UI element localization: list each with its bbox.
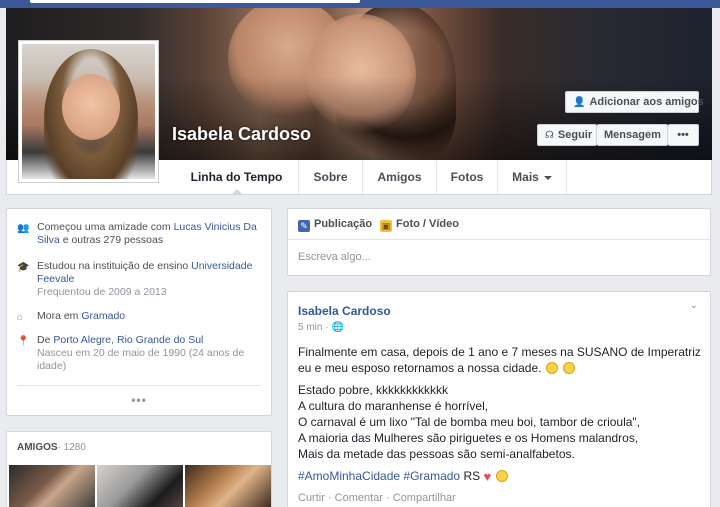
post-text-line: Finalmente em casa, depois de 1 ano e 7 … — [298, 345, 701, 375]
post-text-line: A maioria das Mulheres são piriguetes e … — [298, 431, 639, 445]
message-button[interactable]: Mensagem — [597, 124, 668, 146]
hashtag-link[interactable]: #AmoMinhaCidade — [298, 469, 400, 483]
post-options-chevron-icon[interactable]: ⌄ — [690, 300, 698, 311]
post-author[interactable]: Isabela Cardoso — [298, 304, 391, 318]
intro-card: 👥 Começou uma amizade com Lucas Vinicius… — [6, 208, 272, 416]
comment-link[interactable]: Comentar — [335, 492, 383, 504]
smiley-emoji-icon — [495, 470, 508, 482]
tab-friends[interactable]: Amigos — [363, 160, 437, 194]
message-label: Mensagem — [604, 129, 661, 141]
composer-publication-tab[interactable]: ✎ Publicação — [298, 218, 372, 232]
education-period: Frequentou de 2009 a 2013 — [37, 286, 167, 298]
intro-friendship: 👥 Começou uma amizade com Lucas Vinicius… — [17, 221, 257, 246]
hometown-link[interactable]: Porto Alegre, Rio Grande do Sul — [53, 334, 203, 346]
pencil-icon: ✎ — [298, 220, 310, 232]
city-link[interactable]: Gramado — [81, 310, 125, 322]
tab-timeline[interactable]: Linha do Tempo — [175, 160, 299, 195]
more-options-button[interactable]: ••• — [668, 124, 699, 146]
composer-photo-video-tab[interactable]: ▣ Foto / Vídeo — [380, 218, 459, 232]
more-dots-icon: ••• — [677, 129, 689, 141]
tab-more[interactable]: Mais — [498, 160, 567, 194]
birth-info: Nasceu em 20 de maio de 1990 (24 anos de… — [37, 347, 245, 372]
post-text-line: O carnaval é um lixo "Tal de bomba meu b… — [298, 415, 641, 429]
friends-count: · 1280 — [57, 442, 86, 453]
intro-divider — [17, 385, 261, 386]
timeline-post: Isabela Cardoso 5 min · 🌐 ⌄ Finalmente em… — [287, 291, 711, 507]
smiley-emoji-icon — [563, 362, 576, 374]
tab-more-label: Mais — [512, 170, 539, 184]
post-meta: 5 min · 🌐 — [298, 322, 344, 333]
friends-card: AMIGOS· 1280 — [6, 431, 272, 507]
profile-name[interactable]: Isabela Cardoso — [172, 124, 311, 145]
post-composer: ✎ Publicação ▣ Foto / Vídeo Escreva algo..… — [287, 208, 711, 276]
top-navigation-bar — [0, 0, 720, 8]
photo-icon: ▣ — [380, 220, 392, 232]
rss-follow-icon: ☊ — [545, 130, 554, 141]
tab-about[interactable]: Sobre — [299, 160, 363, 194]
share-link[interactable]: Compartilhar — [393, 492, 456, 504]
hashtag-link[interactable]: #Gramado — [403, 469, 460, 483]
search-bar[interactable] — [30, 0, 360, 3]
intro-education: 🎓 Estudou na instituição de ensino Unive… — [17, 260, 263, 299]
chevron-down-icon — [543, 175, 552, 180]
home-icon: ⌂ — [17, 312, 24, 323]
post-body: Finalmente em casa, depois de 1 ano e 7 … — [298, 345, 701, 484]
heart-emoji-icon: ♥ — [483, 469, 492, 484]
friends-header[interactable]: AMIGOS· 1280 — [17, 442, 86, 453]
add-friend-label: Adicionar aos amigos — [589, 96, 704, 108]
post-text-line: Estado pobre, kkkkkkkkkkkk — [298, 383, 449, 397]
profile-picture[interactable] — [18, 40, 159, 183]
post-timestamp[interactable]: 5 min · — [298, 322, 329, 333]
add-friend-button[interactable]: 👤 Adicionar aos amigos — [565, 91, 704, 113]
intro-origin: 📍 De Porto Alegre, Rio Grande do Sul Nas… — [17, 334, 263, 373]
post-actions: Curtir · Comentar · Compartilhar — [298, 492, 456, 504]
smiley-emoji-icon — [545, 362, 558, 374]
audience-globe-icon[interactable]: 🌐 — [332, 322, 344, 333]
intro-lives-in: ⌂ Mora em Gramado — [17, 310, 126, 323]
add-friend-icon: 👤 — [573, 97, 586, 108]
location-pin-icon: 📍 — [17, 336, 30, 347]
tab-photos[interactable]: Fotos — [437, 160, 498, 194]
post-text-line: Mais da metade das pessoas são semi-anal… — [298, 447, 575, 461]
friends-icon: 👥 — [17, 223, 30, 234]
follow-button[interactable]: ☊ Seguir — [537, 124, 597, 146]
graduation-cap-icon: 🎓 — [17, 262, 30, 273]
intro-more-button[interactable]: ••• — [7, 393, 271, 407]
composer-input[interactable]: Escreva algo... — [298, 251, 371, 263]
post-text-line: A cultura do maranhense é horrível, — [298, 399, 489, 413]
like-link[interactable]: Curtir — [298, 492, 325, 504]
friend-thumbnail[interactable] — [185, 465, 271, 507]
follow-label: Seguir — [557, 129, 593, 141]
friend-thumbnail[interactable] — [9, 465, 95, 507]
friend-thumbnail[interactable] — [97, 465, 183, 507]
